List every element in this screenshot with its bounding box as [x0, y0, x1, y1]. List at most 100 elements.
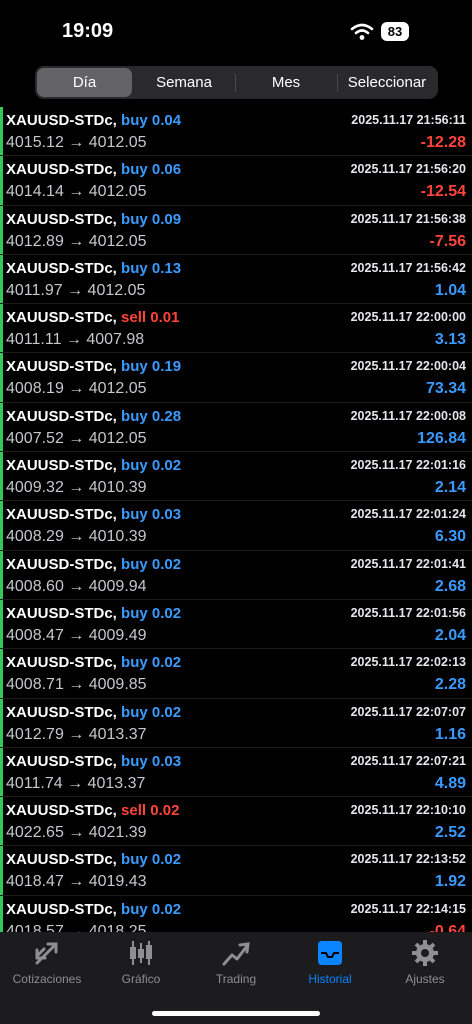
trade-direction: buy [121, 259, 148, 277]
trade-datetime: 2025.11.17 22:02:13 [350, 655, 466, 670]
trade-row[interactable]: XAUUSD-STDc, buy 0.02 4012.79 → 4013.37 20… [0, 698, 472, 748]
trade-direction: sell [121, 802, 147, 820]
tab-ajustes[interactable]: Ajustes [378, 938, 472, 986]
trade-profit: 3.13 [434, 331, 466, 349]
tab-historial[interactable]: Historial [283, 938, 377, 986]
trade-prices: 4022.65 → 4021.39 [6, 824, 147, 842]
trade-direction: buy [121, 900, 148, 918]
trade-title: XAUUSD-STDc, sell 0.02 [6, 802, 179, 819]
trade-row[interactable]: XAUUSD-STDc, buy 0.02 4008.60 → 4009.94 20… [0, 550, 472, 600]
trade-datetime: 2025.11.17 22:01:24 [350, 507, 466, 522]
trade-row[interactable]: XAUUSD-STDc, buy 0.06 4014.14 → 4012.05 20… [0, 156, 472, 206]
trade-title: XAUUSD-STDc, buy 0.28 [6, 408, 181, 425]
trade-profit: -7.56 [429, 232, 466, 250]
trade-volume: 0.01 [150, 309, 180, 327]
battery-indicator: 83 [381, 22, 409, 41]
trade-row[interactable]: XAUUSD-STDc, buy 0.09 4012.89 → 4012.05 20… [0, 205, 472, 255]
trade-volume: 0.02 [151, 555, 182, 573]
trade-profit: 1.16 [434, 725, 466, 743]
trade-datetime: 2025.11.17 22:07:07 [350, 704, 466, 719]
trade-profit: 6.30 [434, 528, 466, 546]
trade-direction: buy [121, 851, 148, 869]
trade-datetime: 2025.11.17 21:56:42 [350, 260, 466, 275]
trade-volume: 0.02 [151, 654, 182, 672]
trade-volume: 0.03 [151, 506, 182, 524]
trade-title: XAUUSD-STDc, buy 0.02 [6, 704, 181, 721]
trade-row[interactable]: XAUUSD-STDc, buy 0.02 4018.57 → 4018.25 20… [0, 895, 472, 932]
trade-title: XAUUSD-STDc, buy 0.02 [6, 457, 181, 474]
trade-volume: 0.03 [151, 752, 182, 770]
tab-cotizaciones[interactable]: Cotizaciones [0, 938, 94, 986]
trade-profit: 2.28 [434, 676, 466, 694]
candlestick-chart-icon [94, 938, 188, 968]
trade-symbol: XAUUSD-STDc, [6, 851, 117, 869]
trade-prices: 4018.57 → 4018.25 [6, 922, 147, 932]
tab-label: Trading [215, 972, 257, 986]
trade-volume: 0.13 [151, 259, 182, 277]
trade-profit: -0.64 [429, 922, 466, 932]
trade-prices: 4012.89 → 4012.05 [6, 232, 147, 250]
trade-title: XAUUSD-STDc, buy 0.02 [6, 851, 181, 868]
trade-prices: 4008.71 → 4009.85 [6, 676, 147, 694]
trade-volume: 0.02 [151, 900, 182, 918]
tab-grafico[interactable]: Gráfico [94, 938, 188, 986]
trade-symbol: XAUUSD-STDc, [6, 309, 117, 327]
segment-mes[interactable]: Mes [236, 68, 336, 97]
trade-direction: buy [121, 604, 148, 622]
segment-dia[interactable]: Día [37, 68, 132, 97]
trade-datetime: 2025.11.17 21:56:20 [350, 162, 466, 177]
trade-profit: 4.89 [434, 774, 466, 792]
trade-profit: -12.28 [420, 134, 466, 151]
trade-prices: 4011.11 → 4007.98 [6, 331, 145, 349]
trade-direction: buy [121, 506, 148, 524]
trade-prices: 4018.47 → 4019.43 [6, 873, 147, 891]
inbox-tray-icon [283, 938, 377, 968]
trade-row[interactable]: XAUUSD-STDc, sell 0.01 4011.11 → 4007.98 2… [0, 304, 472, 354]
trade-title: XAUUSD-STDc, sell 0.01 [6, 309, 179, 326]
trade-direction: buy [121, 407, 148, 425]
trade-row[interactable]: XAUUSD-STDc, buy 0.04 4015.12 → 4012.05 20… [0, 107, 472, 157]
trade-prices: 4008.47 → 4009.49 [6, 626, 147, 644]
trade-row[interactable]: XAUUSD-STDc, buy 0.28 4007.52 → 4012.05 20… [0, 402, 472, 453]
trade-datetime: 2025.11.17 22:01:16 [350, 458, 466, 473]
trade-volume: 0.28 [151, 407, 182, 425]
trade-title: XAUUSD-STDc, buy 0.06 [6, 161, 181, 178]
trade-direction: sell [121, 309, 147, 327]
trade-prices: 4008.19 → 4012.05 [6, 380, 147, 398]
trade-direction: buy [121, 752, 148, 770]
trade-direction: buy [121, 112, 148, 129]
segment-semana[interactable]: Semana [134, 68, 234, 97]
trade-title: XAUUSD-STDc, buy 0.02 [6, 901, 181, 918]
wifi-icon [350, 22, 374, 42]
trade-history-list[interactable]: XAUUSD-STDc, buy 0.04 4015.12 → 4012.05 20… [0, 107, 472, 932]
trade-datetime: 2025.11.17 22:14:15 [350, 901, 466, 916]
trade-prices: 4007.52 → 4012.05 [6, 429, 147, 447]
tab-trading[interactable]: Trading [189, 938, 283, 986]
trade-symbol: XAUUSD-STDc, [6, 358, 117, 376]
trade-row[interactable]: XAUUSD-STDc, buy 0.19 4008.19 → 4012.05 20… [0, 353, 472, 403]
trade-row[interactable]: XAUUSD-STDc, buy 0.03 4011.74 → 4013.37 20… [0, 747, 472, 798]
period-segmented-control: Día Semana Mes Seleccionar [35, 66, 438, 99]
trade-row[interactable]: XAUUSD-STDc, buy 0.13 4011.97 → 4012.05 20… [0, 254, 472, 305]
trade-direction: buy [121, 161, 148, 179]
trade-row[interactable]: XAUUSD-STDc, sell 0.02 4022.65 → 4021.39 2… [0, 797, 472, 847]
trade-prices: 4008.60 → 4009.94 [6, 577, 147, 595]
trade-title: XAUUSD-STDc, buy 0.13 [6, 260, 181, 277]
trade-symbol: XAUUSD-STDc, [6, 161, 117, 179]
trade-direction: buy [121, 703, 148, 721]
trade-symbol: XAUUSD-STDc, [6, 210, 117, 228]
trade-row[interactable]: XAUUSD-STDc, buy 0.02 4008.47 → 4009.49 20… [0, 599, 472, 650]
trade-row[interactable]: XAUUSD-STDc, buy 0.02 4009.32 → 4010.39 20… [0, 452, 472, 502]
quotes-arrows-icon [0, 938, 94, 968]
trade-profit: 2.14 [434, 479, 466, 497]
tab-label: Historial [308, 972, 352, 986]
trade-row[interactable]: XAUUSD-STDc, buy 0.02 4008.71 → 4009.85 20… [0, 649, 472, 699]
trade-direction: buy [121, 457, 148, 475]
trade-direction: buy [121, 210, 148, 228]
trade-row[interactable]: XAUUSD-STDc, buy 0.03 4008.29 → 4010.39 20… [0, 501, 472, 551]
segment-seleccionar[interactable]: Seleccionar [338, 68, 436, 97]
trade-datetime: 2025.11.17 22:01:56 [350, 605, 466, 620]
tab-label: Ajustes [405, 972, 445, 986]
trade-direction: buy [121, 654, 148, 672]
trade-row[interactable]: XAUUSD-STDc, buy 0.02 4018.47 → 4019.43 20… [0, 846, 472, 896]
